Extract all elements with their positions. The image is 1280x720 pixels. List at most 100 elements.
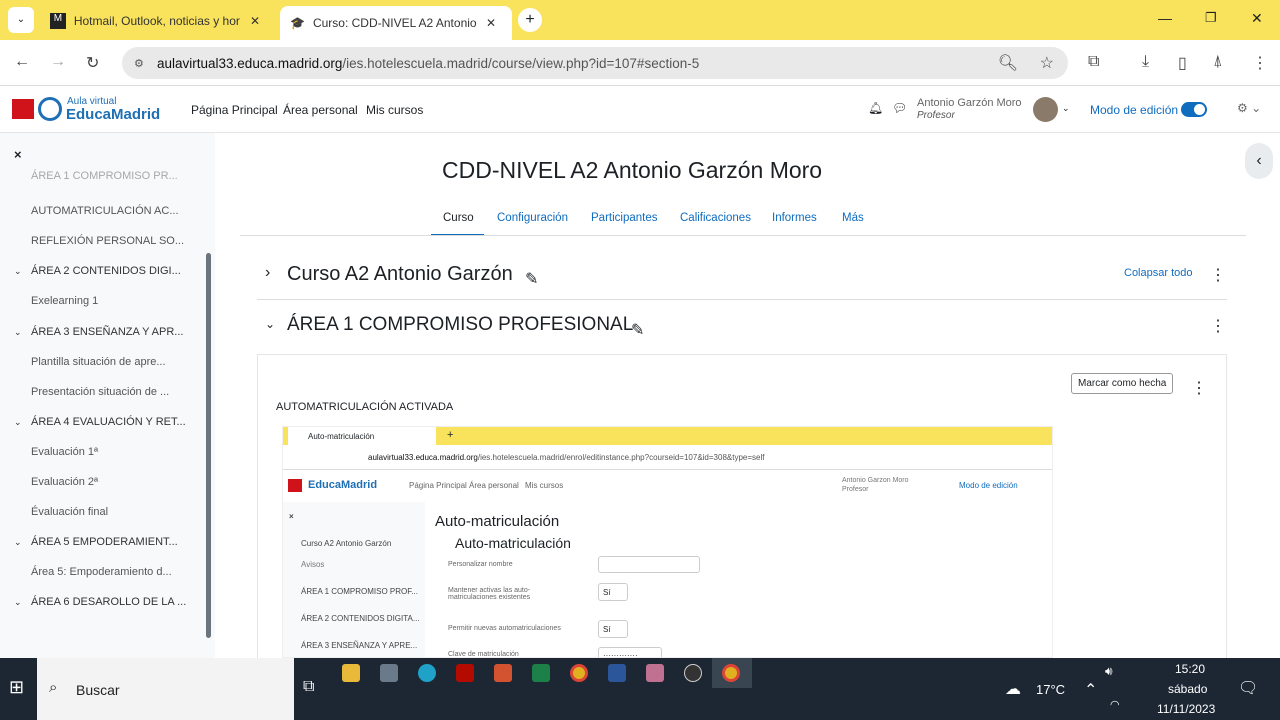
taskbar: ⊞ ⌕ Buscar ⧉ ☁ 17°C ⌃ 🔊︎ ◠ 15:20 sábado … (0, 658, 1280, 720)
graduation-cap-icon: 🎓 (290, 16, 305, 30)
sidebar-section[interactable]: ⌄ ÁREA 6 DESAROLLO DE LA ... (14, 596, 186, 608)
sidebar-item[interactable]: Evaluación 2ª (31, 476, 98, 488)
zoom-icon[interactable]: 🔍︎ (998, 53, 1018, 73)
windows-start-icon[interactable]: ⊞ (9, 677, 24, 698)
tab-participantes[interactable]: Participantes (591, 212, 657, 224)
close-icon[interactable]: ✕ (486, 16, 496, 30)
chevron-down-icon[interactable]: ⌄ (14, 266, 31, 277)
avatar[interactable] (1033, 97, 1058, 122)
file-explorer-icon[interactable] (342, 664, 360, 682)
obs-icon[interactable] (684, 664, 702, 682)
paint-icon[interactable] (646, 664, 664, 682)
acrobat-icon[interactable] (456, 664, 474, 682)
sidebar-section[interactable]: ⌄ ÁREA 5 EMPODERAMIENT... (14, 536, 178, 548)
nav-courses[interactable]: Mis cursos (366, 103, 423, 117)
tab-hotmail[interactable]: M Hotmail, Outlook, noticias y hor ✕ (40, 6, 270, 36)
edit-mode-toggle[interactable] (1181, 102, 1207, 117)
bell-icon[interactable]: 🔔︎ (868, 101, 883, 115)
tab-configuracion[interactable]: Configuración (497, 212, 568, 224)
sidebar-section[interactable]: ⌄ ÁREA 4 EVALUACIÓN Y RET... (14, 416, 186, 428)
chevron-down-icon[interactable]: ⌄ (14, 597, 31, 608)
chevron-down-icon[interactable]: ⌄ (14, 327, 31, 338)
calculator-icon[interactable] (380, 664, 398, 682)
search-icon: ⌕ (49, 679, 58, 696)
new-tab-button[interactable]: + (518, 8, 542, 32)
browser-tab-bar: ⌄ M Hotmail, Outlook, noticias y hor ✕ 🎓 Cu… (0, 0, 1280, 40)
msn-icon: M (50, 13, 66, 29)
task-view-icon[interactable]: ⧉ (303, 678, 314, 696)
nav-home[interactable]: Página Principal (191, 103, 278, 117)
chevron-down-icon[interactable]: ⌄ (14, 417, 31, 428)
back-icon[interactable]: ← (14, 53, 30, 71)
sidebar-item[interactable]: Evaluación 1ª (31, 446, 98, 458)
sidebar-item[interactable]: REFLEXIÓN PERSONAL SO... (31, 235, 184, 247)
chevron-right-icon[interactable]: › (265, 264, 270, 282)
site-info-icon[interactable]: ⚙ (134, 57, 144, 70)
mark-done-button[interactable]: Marcar como hecha (1071, 373, 1174, 394)
embedded-screenshot: Auto-matriculación + aulavirtual33.educa… (282, 426, 1053, 658)
reload-icon[interactable]: ↻ (86, 53, 99, 73)
scrollbar[interactable] (206, 253, 211, 638)
taskbar-search[interactable]: ⌕ Buscar (37, 658, 294, 720)
open-block-drawer-button[interactable]: ‹ (1245, 143, 1273, 179)
course-index-drawer: × ÁREA 1 COMPROMISO PR... AUTOMATRICULACI… (0, 133, 215, 658)
educamadrid-logo-icon (38, 97, 62, 121)
tab-curso[interactable]: Curso (443, 212, 474, 224)
sidebar-item[interactable]: Presentación situación de ... (31, 386, 169, 398)
close-drawer-icon[interactable]: × (14, 147, 22, 162)
sidebar-section[interactable]: ⌄ ÁREA 2 CONTENIDOS DIGI... (14, 265, 181, 277)
tab-mas[interactable]: Más (842, 212, 864, 224)
nav-personal[interactable]: Área personal (283, 103, 358, 117)
tab-list-button[interactable]: ⌄ (8, 7, 34, 33)
sidebar-section[interactable]: ⌄ ÁREA 3 ENSEÑANZA Y APR... (14, 326, 183, 338)
excel-icon[interactable] (532, 664, 550, 682)
volume-icon[interactable]: 🔊︎ (1105, 664, 1113, 679)
sidebar-item[interactable]: ÁREA 1 COMPROMISO PR... (31, 170, 178, 182)
tab-calificaciones[interactable]: Calificaciones (680, 212, 751, 224)
restore-button[interactable]: ❐ (1205, 10, 1217, 26)
section-menu-icon[interactable]: ⋮ (1210, 265, 1226, 285)
forward-icon[interactable]: → (50, 53, 66, 71)
sidebar-item[interactable]: Évaluación final (31, 506, 108, 518)
weather-icon[interactable]: ☁ (1005, 679, 1021, 699)
close-icon[interactable]: ✕ (250, 14, 260, 28)
settings-icon[interactable]: ⚙ ⌄ (1237, 101, 1261, 115)
extensions-icon[interactable]: ⧉ (1088, 53, 1099, 71)
chevron-down-icon[interactable]: ⌄ (14, 537, 31, 548)
section-menu-icon[interactable]: ⋮ (1210, 316, 1226, 336)
side-panel-icon[interactable]: ▯ (1178, 53, 1187, 73)
minimize-button[interactable]: — (1158, 10, 1172, 26)
address-toolbar: ← → ↻ ⚙ aulavirtual33.educa.madrid.org/ie… (0, 40, 1280, 86)
edge-icon[interactable] (418, 664, 436, 682)
sidebar-item[interactable]: Exelearning 1 (31, 295, 98, 307)
word-icon[interactable] (608, 664, 626, 682)
bookmark-star-icon[interactable]: ☆ (1040, 53, 1054, 73)
logo[interactable]: EducaMadrid (66, 106, 160, 123)
tab-course[interactable]: 🎓 Curso: CDD-NIVEL A2 Antonio ✕ (280, 6, 512, 40)
page-title: CDD-NIVEL A2 Antonio Garzón Moro (442, 157, 823, 183)
activity-menu-icon[interactable]: ⋮ (1191, 378, 1207, 398)
edit-pencil-icon[interactable]: ✎ (525, 269, 538, 289)
menu-icon[interactable]: ⋮ (1252, 53, 1268, 73)
chevron-up-icon[interactable]: ⌃ (1084, 680, 1097, 700)
edit-pencil-icon[interactable]: ✎ (631, 320, 644, 340)
url-input[interactable]: ⚙ aulavirtual33.educa.madrid.org/ies.hote… (122, 47, 1068, 79)
chevron-down-icon[interactable]: ⌄ (1062, 103, 1070, 114)
chat-icon[interactable]: 💬︎ (892, 101, 907, 115)
powerpoint-icon[interactable] (494, 664, 512, 682)
chrome-icon[interactable] (570, 664, 588, 682)
download-icon[interactable]: ⤓ (1142, 53, 1149, 71)
close-window-button[interactable]: ✕ (1251, 10, 1263, 27)
chevron-down-icon[interactable]: ⌄ (265, 317, 275, 331)
comunidad-madrid-logo (12, 99, 34, 119)
profile-icon[interactable]: ⍋ (1213, 53, 1223, 71)
wifi-icon[interactable]: ◠ (1110, 698, 1120, 711)
sidebar-item[interactable]: Área 5: Empoderamiento d... (31, 566, 172, 578)
sidebar-item[interactable]: Plantilla situación de apre... (31, 356, 166, 368)
site-header: Aula virtual EducaMadrid Página Principa… (0, 86, 1280, 133)
tab-informes[interactable]: Informes (772, 212, 817, 224)
chrome-active-icon[interactable] (722, 664, 740, 682)
collapse-all-link[interactable]: Colapsar todo (1124, 267, 1193, 279)
sidebar-item[interactable]: AUTOMATRICULACIÓN AC... (31, 205, 179, 217)
notifications-icon[interactable]: 🗨︎ (1238, 678, 1258, 698)
